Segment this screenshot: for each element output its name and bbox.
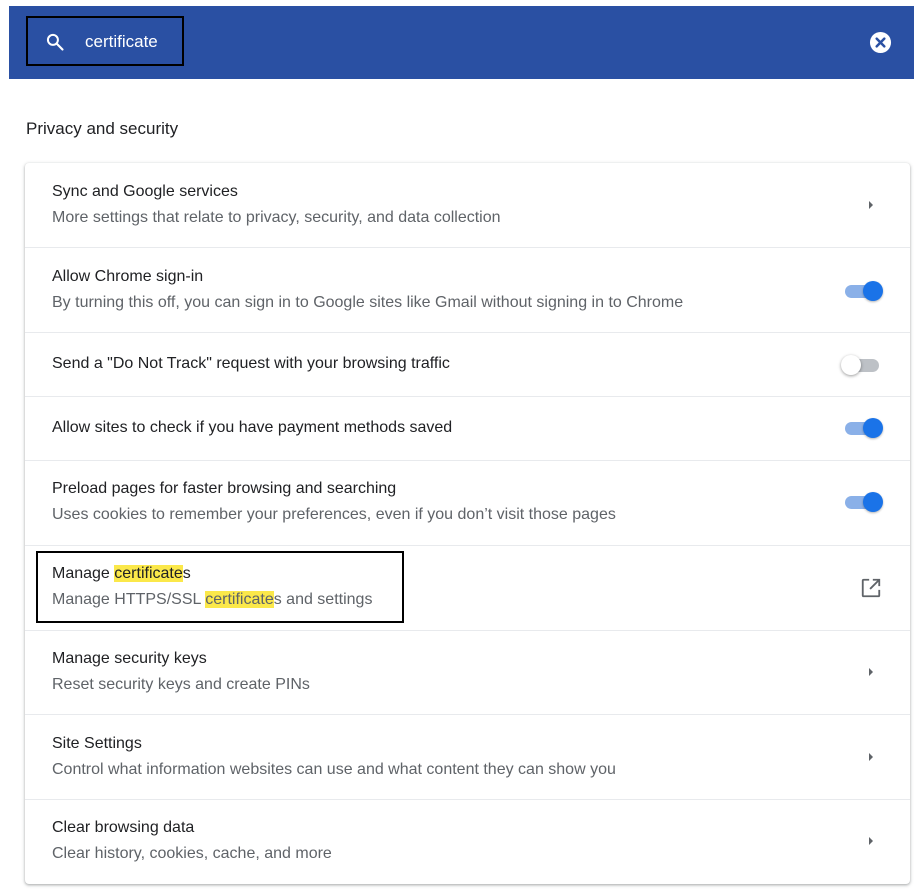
row-subtitle: Control what information websites can us… <box>52 761 616 778</box>
section-title: Privacy and security <box>26 119 179 138</box>
row-title: Send a "Do Not Track" request with your … <box>52 355 450 372</box>
settings-row-site-settings[interactable] <box>25 715 910 799</box>
row-title: Sync and Google services <box>52 183 238 200</box>
settings-row-security-keys[interactable] <box>25 631 910 715</box>
row-title: Allow sites to check if you have payment… <box>52 419 453 436</box>
open-in-new-icon[interactable] <box>860 577 882 599</box>
chevron-right-icon[interactable] <box>866 666 876 678</box>
search-input[interactable]: certificate <box>85 31 158 53</box>
row-subtitle: Clear history, cookies, cache, and more <box>52 845 332 862</box>
settings-row-preload[interactable] <box>25 461 910 545</box>
settings-row-chrome-signin[interactable] <box>25 248 910 332</box>
chevron-right-icon[interactable] <box>866 751 876 763</box>
toggle-knob <box>863 418 883 438</box>
row-subtitle: Uses cookies to remember your preference… <box>52 506 616 523</box>
toggle-knob <box>863 281 883 301</box>
chevron-right-icon[interactable] <box>866 199 876 211</box>
annotation-box <box>36 551 404 623</box>
row-title: Allow Chrome sign-in <box>52 268 204 285</box>
row-title: Clear browsing data <box>52 819 195 836</box>
toggle-knob <box>841 355 861 375</box>
row-title: Manage security keys <box>52 650 207 667</box>
search-icon <box>46 33 64 51</box>
row-title: Preload pages for faster browsing and se… <box>52 480 397 497</box>
row-title: Site Settings <box>52 735 142 752</box>
settings-row-sync[interactable] <box>25 164 910 248</box>
toggle-chrome-signin[interactable] <box>843 279 885 303</box>
toggle-knob <box>863 492 883 512</box>
row-subtitle: More settings that relate to privacy, se… <box>52 209 501 226</box>
toggle-payment-methods[interactable] <box>843 416 885 440</box>
settings-row-clear-browsing-data[interactable] <box>25 800 910 884</box>
chevron-right-icon[interactable] <box>866 835 876 847</box>
row-subtitle: By turning this off, you can sign in to … <box>52 294 684 311</box>
clear-search-icon[interactable] <box>869 31 892 54</box>
toggle-do-not-track[interactable] <box>841 353 885 377</box>
toggle-preload[interactable] <box>843 490 885 514</box>
row-subtitle: Reset security keys and create PINs <box>52 676 310 693</box>
